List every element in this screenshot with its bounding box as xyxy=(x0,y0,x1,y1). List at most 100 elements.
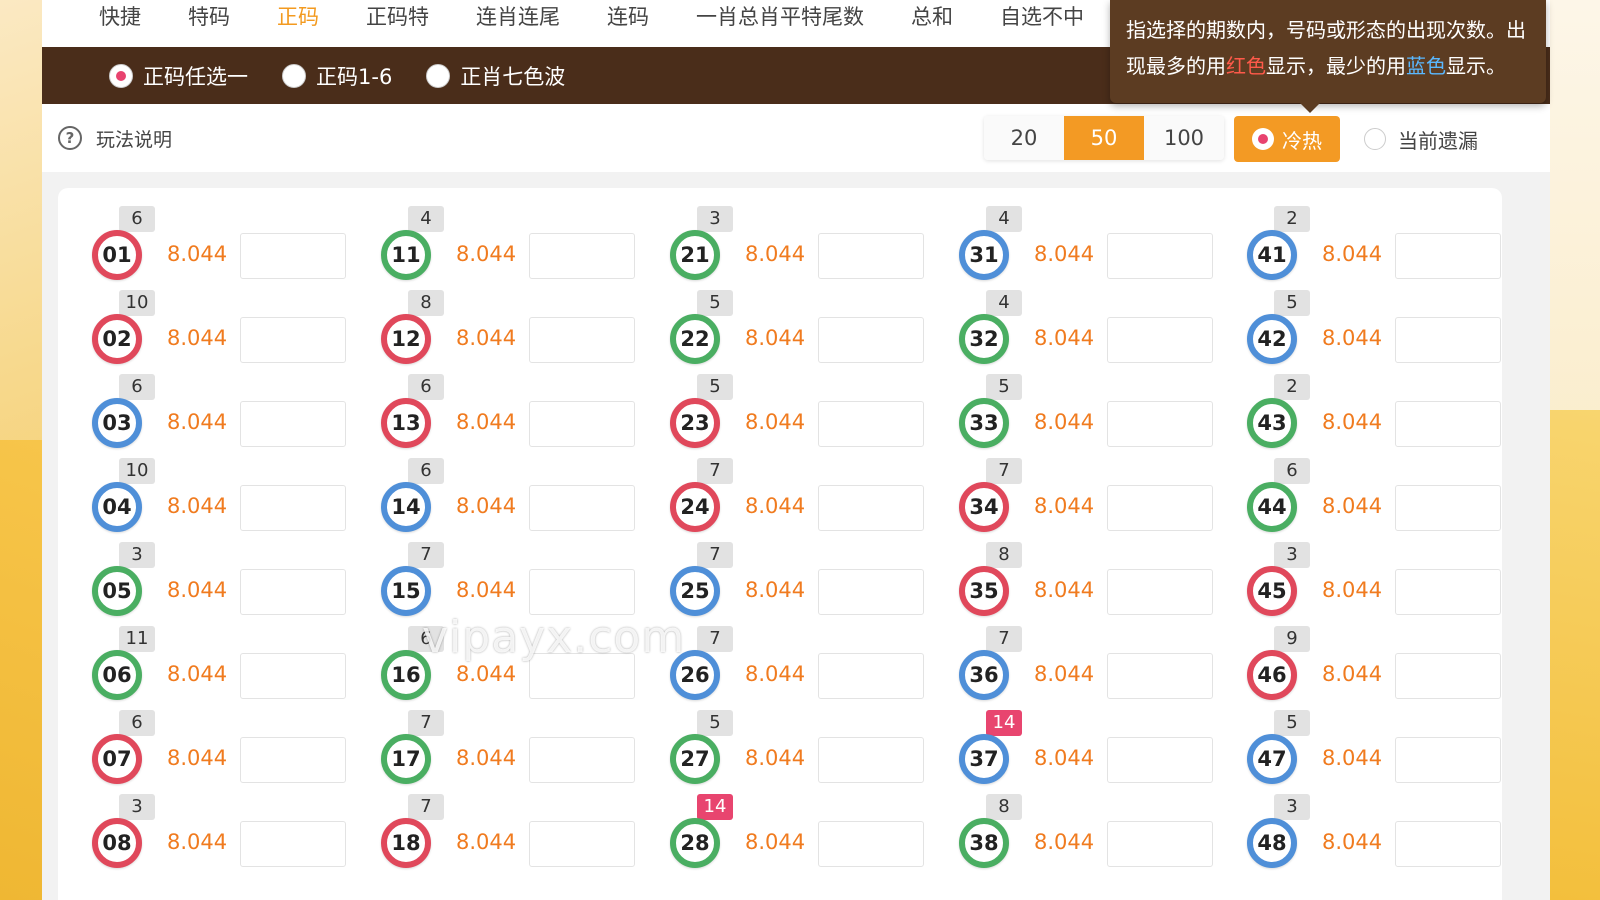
number-cell-02: 10 02 8.044 xyxy=(58,272,346,364)
number-cell-32: 4 32 8.044 xyxy=(925,272,1213,364)
tab-custom-miss[interactable]: 自选不中 xyxy=(1000,1,1084,31)
bet-amount-input[interactable] xyxy=(1107,821,1213,867)
odds-value: 8.044 xyxy=(1034,746,1095,770)
subtype-option-1-6[interactable]: 正码1-6 xyxy=(282,61,392,91)
occurrence-count-badge: 6 xyxy=(119,374,155,400)
number-cell-37: 14 37 8.044 xyxy=(925,692,1213,784)
tooltip-line-1: 指选择的期数内，号码或形态的出现次数。出 xyxy=(1126,18,1526,42)
number-cell-26: 7 26 8.044 xyxy=(636,608,924,700)
number-cell-44: 6 44 8.044 xyxy=(1213,440,1501,532)
number-cell-28: 14 28 8.044 xyxy=(636,776,924,868)
number-cell-13: 6 13 8.044 xyxy=(347,356,635,448)
occurrence-count-badge: 7 xyxy=(697,542,733,568)
rules-link[interactable]: 玩法说明 xyxy=(96,125,172,152)
number-cell-22: 5 22 8.044 xyxy=(636,272,924,364)
subtype-label: 正肖七色波 xyxy=(460,64,566,89)
occurrence-count-badge: 7 xyxy=(408,542,444,568)
occurrence-count-badge: 6 xyxy=(1274,458,1310,484)
occurrence-count-badge: 7 xyxy=(986,626,1022,652)
odds-value: 8.044 xyxy=(745,662,806,686)
number-ball[interactable]: 48 xyxy=(1247,818,1297,868)
odds-value: 8.044 xyxy=(456,662,517,686)
odds-value: 8.044 xyxy=(456,494,517,518)
number-cell-01: 6 01 8.044 xyxy=(58,188,346,280)
occurrence-count-badge: 9 xyxy=(1274,626,1310,652)
subtype-label: 正码任选一 xyxy=(143,64,248,89)
odds-value: 8.044 xyxy=(1322,410,1383,434)
tab-main-special[interactable]: 正码特 xyxy=(366,1,429,31)
bet-amount-input[interactable] xyxy=(240,821,346,867)
tab-zodiac-tail-count[interactable]: 一肖总肖平特尾数 xyxy=(696,1,864,31)
odds-value: 8.044 xyxy=(745,326,806,350)
odds-value: 8.044 xyxy=(1034,662,1095,686)
odds-value: 8.044 xyxy=(1322,662,1383,686)
number-ball[interactable]: 18 xyxy=(381,818,431,868)
number-cell-06: 11 06 8.044 xyxy=(58,608,346,700)
occurrence-count-badge: 14 xyxy=(986,710,1022,736)
odds-value: 8.044 xyxy=(1322,494,1383,518)
odds-value: 8.044 xyxy=(456,242,517,266)
number-cell-15: 7 15 8.044 xyxy=(347,524,635,616)
hot-cold-tooltip: 指选择的期数内，号码或形态的出现次数。出 现最多的用红色显示，最少的用蓝色显示。 xyxy=(1110,0,1546,113)
odds-value: 8.044 xyxy=(745,578,806,602)
occurrence-count-badge: 3 xyxy=(119,794,155,820)
bet-amount-input[interactable] xyxy=(529,821,635,867)
tab-quick[interactable]: 快捷 xyxy=(99,1,141,31)
number-cell-45: 3 45 8.044 xyxy=(1213,524,1501,616)
bet-amount-input[interactable] xyxy=(1395,821,1501,867)
tab-special-number[interactable]: 特码 xyxy=(188,1,230,31)
number-cell-14: 6 14 8.044 xyxy=(347,440,635,532)
bet-amount-input[interactable] xyxy=(818,821,924,867)
number-cell-04: 10 04 8.044 xyxy=(58,440,346,532)
number-cell-21: 3 21 8.044 xyxy=(636,188,924,280)
radio-icon xyxy=(426,63,451,88)
number-cell-08: 3 08 8.044 xyxy=(58,776,346,868)
number-cell-12: 8 12 8.044 xyxy=(347,272,635,364)
occurrence-count-badge: 6 xyxy=(408,374,444,400)
tab-main-number[interactable]: 正码 xyxy=(277,1,319,31)
current-miss-mode-button[interactable]: 当前遗漏 xyxy=(1364,116,1478,162)
number-ball[interactable]: 38 xyxy=(959,818,1009,868)
background-decoration-right xyxy=(1550,0,1600,900)
number-cell-36: 7 36 8.044 xyxy=(925,608,1213,700)
odds-value: 8.044 xyxy=(1034,494,1095,518)
radio-selected-icon xyxy=(109,63,133,88)
subtype-option-pick-one[interactable]: 正码任选一 xyxy=(109,61,248,91)
occurrence-count-badge: 3 xyxy=(119,542,155,568)
occurrence-count-badge: 5 xyxy=(1274,710,1310,736)
number-ball[interactable]: 28 xyxy=(670,818,720,868)
odds-value: 8.044 xyxy=(1322,578,1383,602)
period-100-button[interactable]: 100 xyxy=(1144,116,1224,160)
occurrence-count-badge: 3 xyxy=(697,206,733,232)
odds-value: 8.044 xyxy=(167,662,228,686)
number-cell-42: 5 42 8.044 xyxy=(1213,272,1501,364)
period-selector: 20 50 100 xyxy=(984,116,1224,160)
occurrence-count-badge: 2 xyxy=(1274,374,1310,400)
number-cell-47: 5 47 8.044 xyxy=(1213,692,1501,784)
tab-sum[interactable]: 总和 xyxy=(911,1,953,31)
occurrence-count-badge: 10 xyxy=(119,290,155,316)
occurrence-count-badge: 6 xyxy=(408,626,444,652)
occurrence-count-badge: 5 xyxy=(697,710,733,736)
occurrence-count-badge: 5 xyxy=(697,290,733,316)
hot-cold-mode-button[interactable]: 冷热 xyxy=(1234,116,1340,162)
occurrence-count-badge: 7 xyxy=(697,626,733,652)
odds-value: 8.044 xyxy=(1322,326,1383,350)
tab-linked-zodiac-tail[interactable]: 连肖连尾 xyxy=(476,1,560,31)
odds-value: 8.044 xyxy=(456,326,517,350)
period-50-button[interactable]: 50 xyxy=(1064,116,1144,160)
subtype-label: 正码1-6 xyxy=(316,64,393,89)
question-icon[interactable]: ? xyxy=(58,126,82,150)
occurrence-count-badge: 4 xyxy=(408,206,444,232)
occurrence-count-badge: 4 xyxy=(986,290,1022,316)
subtype-option-seven-color[interactable]: 正肖七色波 xyxy=(426,61,565,91)
current-miss-label: 当前遗漏 xyxy=(1398,128,1478,153)
number-ball[interactable]: 08 xyxy=(92,818,142,868)
occurrence-count-badge: 8 xyxy=(986,794,1022,820)
period-20-button[interactable]: 20 xyxy=(984,116,1064,160)
number-cell-17: 7 17 8.044 xyxy=(347,692,635,784)
odds-value: 8.044 xyxy=(745,410,806,434)
odds-value: 8.044 xyxy=(1034,410,1095,434)
tab-linked-numbers[interactable]: 连码 xyxy=(607,1,649,31)
number-cell-23: 5 23 8.044 xyxy=(636,356,924,448)
